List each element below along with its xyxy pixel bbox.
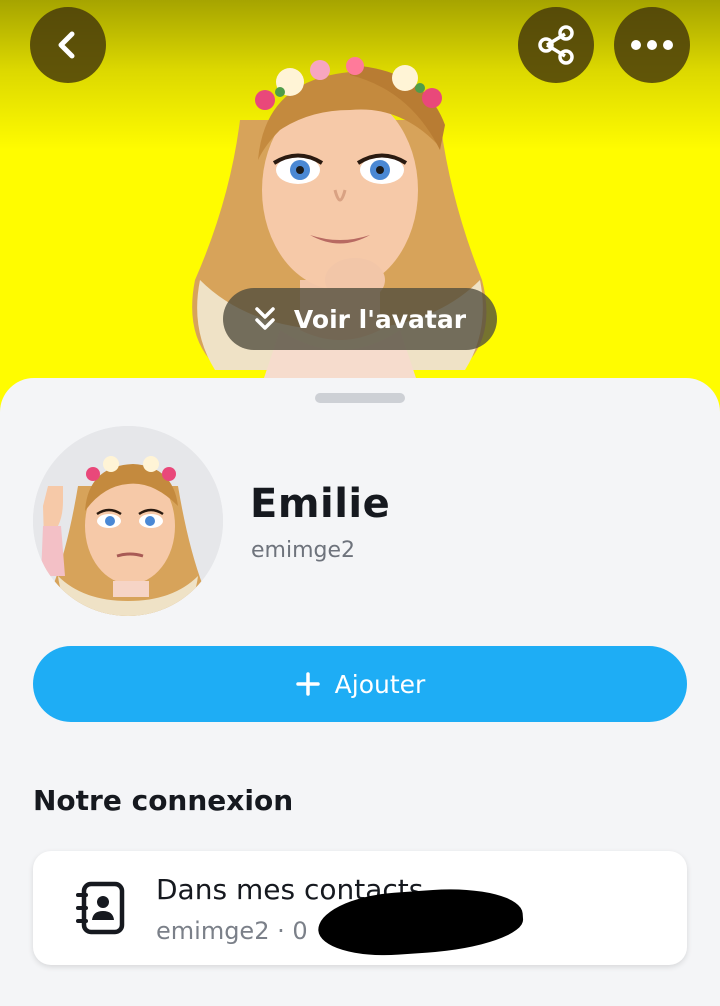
- more-options-button[interactable]: [614, 7, 690, 83]
- add-friend-label: Ajouter: [334, 669, 426, 699]
- address-book-icon: [76, 881, 125, 935]
- profile-sheet: Emilie emimge2 Ajouter Notre connexion D…: [0, 378, 720, 1006]
- bitmoji-avatar-small: [33, 426, 223, 616]
- plus-icon: [295, 672, 320, 696]
- chevron-left-icon: [58, 31, 75, 59]
- sheet-grabber[interactable]: [315, 393, 405, 403]
- share-button[interactable]: [518, 7, 594, 83]
- double-chevron-down-icon: [255, 307, 275, 330]
- contact-connection-card[interactable]: Dans mes contacts emimge2 · 0: [33, 851, 687, 965]
- avatar[interactable]: [33, 426, 223, 616]
- view-avatar-button[interactable]: Voir l'avatar: [223, 288, 497, 350]
- share-icon: [538, 25, 574, 65]
- connection-section-title: Notre connexion: [33, 784, 294, 817]
- profile-screen: Voir l'avatar Emilie emimge2 Ajouter Not…: [0, 0, 720, 1006]
- more-horizontal-icon: [631, 40, 673, 50]
- contact-card-subtitle: emimge2 · 0: [156, 917, 308, 945]
- add-friend-button[interactable]: Ajouter: [33, 646, 687, 722]
- profile-username: emimge2: [251, 538, 356, 563]
- back-button[interactable]: [30, 7, 106, 83]
- profile-header: Voir l'avatar: [0, 0, 720, 420]
- profile-display-name: Emilie: [250, 481, 391, 527]
- view-avatar-label: Voir l'avatar: [293, 304, 467, 334]
